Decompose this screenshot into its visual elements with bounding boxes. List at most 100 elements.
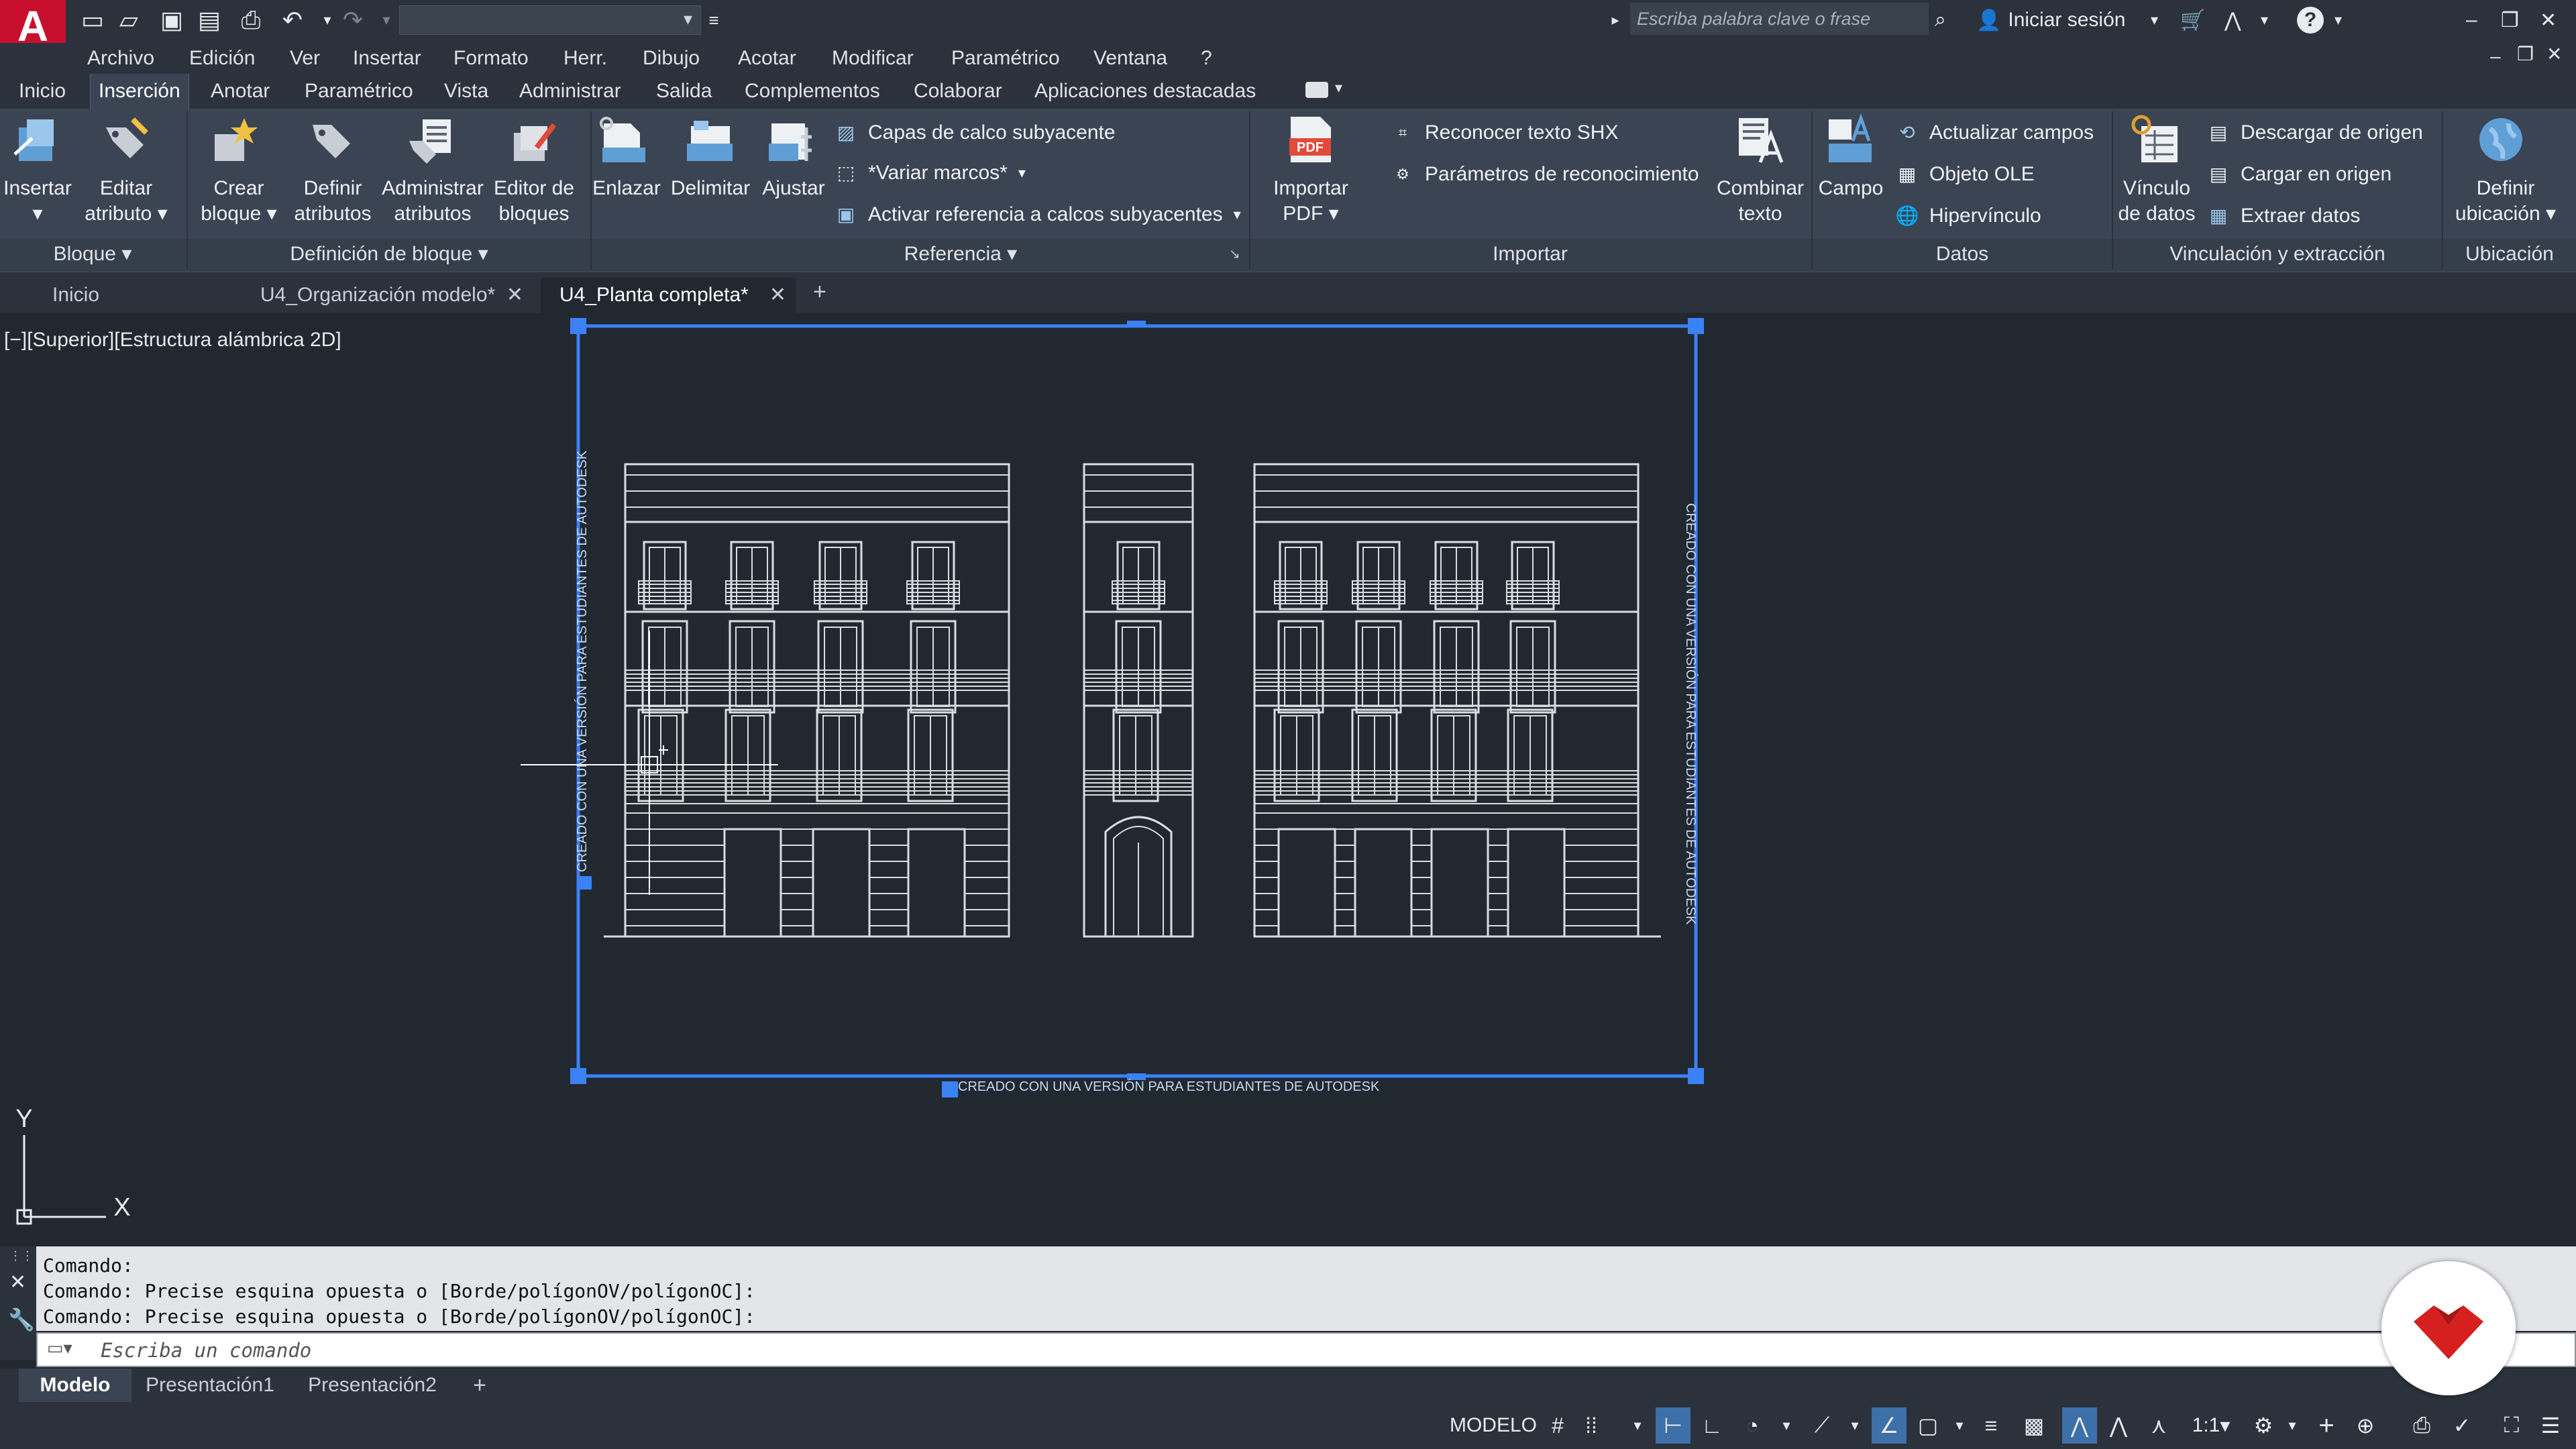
annotation-monitor-icon[interactable]: +	[2312, 1407, 2341, 1444]
redo-dropdown-icon[interactable]: ▾	[373, 7, 400, 34]
menu-insertar[interactable]: Insertar	[353, 43, 421, 74]
tab-presentacion2[interactable]: Presentación2	[295, 1368, 449, 1402]
insert-block-icon[interactable]	[12, 114, 63, 165]
grid-icon[interactable]: #	[1543, 1407, 1572, 1444]
object-snap-icon[interactable]: ▢	[1913, 1407, 1943, 1444]
polar-tracking-icon[interactable]: ◔	[1737, 1407, 1767, 1444]
chevron-down-icon[interactable]: ▾	[2151, 4, 2158, 36]
save-icon[interactable]: ▣	[158, 6, 185, 34]
objeto-ole-button[interactable]: ▦ Objeto OLE	[1896, 161, 2035, 188]
menu-dibujo[interactable]: Dibujo	[643, 43, 700, 74]
hardware-acceleration-icon[interactable]: ⎙	[2407, 1407, 2436, 1444]
binoculars-icon[interactable]: ⌕	[1935, 4, 1946, 36]
transparency-icon[interactable]: ▩	[2019, 1407, 2049, 1444]
combinar-texto-button[interactable]: Combinar texto	[1707, 176, 1814, 227]
drawing-canvas[interactable]: CREADO CON UNA VERSIÓN PARA ESTUDIANTES …	[0, 313, 2576, 1246]
attach-icon[interactable]	[598, 114, 649, 165]
chevron-down-icon[interactable]: ▾	[1335, 79, 1342, 97]
tab-aplicaciones[interactable]: Aplicaciones destacadas	[1034, 74, 1256, 109]
print-icon[interactable]: ⎙	[237, 6, 264, 34]
caret-right-icon[interactable]: ▸	[1602, 7, 1629, 34]
tab-inicio[interactable]: Inicio	[19, 74, 66, 109]
tab-modelo[interactable]: Modelo	[19, 1368, 131, 1402]
chevron-down-icon[interactable]: ▾	[2284, 1407, 2301, 1444]
tab-vista[interactable]: Vista	[444, 74, 488, 109]
chevron-down-icon[interactable]: ▾	[1778, 1407, 1795, 1444]
tab-colaborar[interactable]: Colaborar	[914, 74, 1002, 109]
menu-ver[interactable]: Ver	[290, 43, 320, 74]
menu-archivo[interactable]: Archivo	[87, 43, 154, 74]
crear-bloque-button[interactable]: Crear bloque ▾	[195, 176, 283, 227]
chevron-down-icon[interactable]: ▾	[1846, 1407, 1864, 1444]
administrar-atributos-button[interactable]: Administrar atributos	[378, 176, 487, 227]
new-file-icon[interactable]: ▭	[79, 6, 106, 34]
menu-acotar[interactable]: Acotar	[738, 43, 796, 74]
extraer-datos-button[interactable]: ▦ Extraer datos	[2207, 203, 2361, 229]
chevron-down-icon[interactable]: ▾	[1629, 1407, 1646, 1444]
menu-modificar[interactable]: Modificar	[832, 43, 914, 74]
tab-insercion[interactable]: Inserción	[90, 74, 189, 109]
variar-marcos-dropdown[interactable]: ⬚ *Variar marcos* ▾	[835, 160, 1026, 186]
annotation-visibility-icon[interactable]: ⋀	[2062, 1407, 2097, 1444]
menu-herramientas[interactable]: Herr.	[564, 43, 607, 74]
tab-administrar[interactable]: Administrar	[519, 74, 621, 109]
capas-calco-button[interactable]: ▨ Capas de calco subyacente	[835, 119, 1116, 146]
ajustar-button[interactable]: Ajustar	[754, 176, 833, 201]
close-tab-icon[interactable]: ✕	[769, 278, 786, 313]
doc-minimize-icon[interactable]: –	[2490, 46, 2501, 67]
ortho-icon[interactable]: ∟	[1697, 1407, 1727, 1444]
undo-dropdown-icon[interactable]: ▾	[314, 7, 341, 34]
command-prompt-icon[interactable]: ▭▾	[47, 1338, 72, 1358]
reconocer-shx-button[interactable]: ⌗ Reconocer texto SHX	[1391, 119, 1619, 146]
dialog-launcher-icon[interactable]: ↘	[1229, 246, 1240, 262]
customization-menu-icon[interactable]: ☰	[2536, 1407, 2565, 1444]
model-space-toggle[interactable]: MODELO	[1448, 1407, 1539, 1444]
snap-mode-icon[interactable]: ⁞⁞	[1576, 1407, 1606, 1444]
doc-close-icon[interactable]: ✕	[2546, 43, 2562, 65]
tab-presentacion1[interactable]: Presentación1	[134, 1368, 286, 1402]
dynamic-input-icon[interactable]: ⊢	[1656, 1407, 1690, 1444]
gear-icon[interactable]: ⚙	[2246, 1407, 2281, 1444]
restore-icon[interactable]: ❐	[2501, 4, 2519, 36]
open-folder-icon[interactable]: ▱	[115, 6, 142, 34]
menu-ventana[interactable]: Ventana	[1093, 43, 1167, 74]
customize-qat-icon[interactable]: ≡	[700, 7, 727, 34]
definir-ubicacion-button[interactable]: Definir ubicación ▾	[2449, 176, 2563, 227]
vinculo-datos-button[interactable]: Vínculo de datos	[2113, 176, 2200, 227]
chevron-down-icon[interactable]: ▾	[1951, 1407, 1968, 1444]
panel-referencia-title[interactable]: Referencia ▾	[592, 239, 1330, 270]
data-link-icon[interactable]	[2131, 114, 2182, 165]
combine-text-icon[interactable]	[1733, 114, 1784, 165]
block-editor-icon[interactable]	[507, 114, 558, 165]
cargar-origen-button[interactable]: ▤ Cargar en origen	[2207, 161, 2392, 188]
chevron-down-icon[interactable]: ▾	[2261, 4, 2268, 36]
chevron-down-icon[interactable]: ▾	[2334, 4, 2342, 36]
tab-anotar[interactable]: Anotar	[211, 74, 270, 109]
tab-salida[interactable]: Salida	[656, 74, 712, 109]
editar-atributo-button[interactable]: Editar atributo ▾	[79, 176, 173, 227]
globe-icon[interactable]	[2475, 114, 2526, 165]
command-input[interactable]: ▭▾ Escriba un comando	[36, 1332, 2576, 1367]
activar-referencia-dropdown[interactable]: ▣ Activar referencia a calcos subyacentes…	[835, 201, 1241, 228]
units-icon[interactable]: ⊕	[2351, 1407, 2380, 1444]
cart-icon[interactable]: 🛒	[2180, 4, 2205, 36]
help-button[interactable]: ?	[2297, 4, 2324, 36]
search-input[interactable]: Escriba palabra clave o frase	[1630, 3, 1929, 35]
field-icon[interactable]	[1825, 114, 1876, 165]
clean-screen-icon[interactable]: ⛶	[2497, 1407, 2526, 1444]
new-tab-icon[interactable]: +	[813, 279, 826, 305]
menu-formato[interactable]: Formato	[453, 43, 529, 74]
minimize-icon[interactable]: –	[2466, 4, 2477, 36]
customize-wrench-icon[interactable]: 🔧	[8, 1307, 35, 1332]
tab-inicio-doc[interactable]: Inicio	[34, 278, 241, 313]
isodraft-icon[interactable]: ⟋	[1807, 1407, 1837, 1444]
insertar-button[interactable]: Insertar ▾	[0, 176, 75, 227]
tab-parametrico[interactable]: Paramétrico	[305, 74, 413, 109]
panel-bloque-title[interactable]: Bloque ▾	[0, 239, 185, 270]
lineweight-icon[interactable]: ≡	[1976, 1407, 2006, 1444]
redo-icon[interactable]: ↷	[339, 6, 366, 34]
tab-complementos[interactable]: Complementos	[745, 74, 880, 109]
definir-atributos-button[interactable]: Definir atributos	[288, 176, 377, 227]
importar-pdf-button[interactable]: Importar PDF ▾	[1254, 176, 1367, 227]
define-attributes-icon[interactable]	[306, 114, 357, 165]
